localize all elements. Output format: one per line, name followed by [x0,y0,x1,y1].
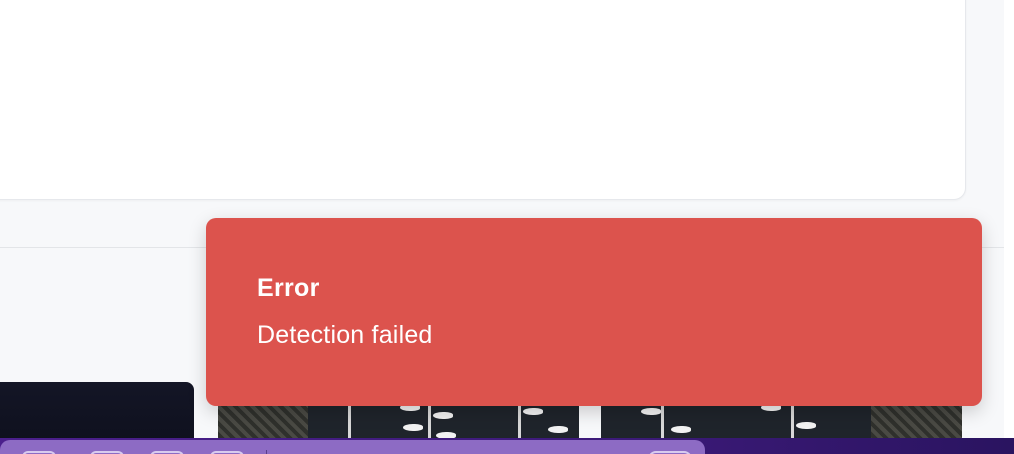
boat [671,426,691,433]
app-window: Error Detection failed [0,0,1014,454]
boat [523,408,543,415]
boat [796,422,816,429]
toast-message: Detection failed [257,321,433,349]
content-card [0,0,966,200]
dock-separator [266,450,267,454]
boat [433,412,453,419]
boat [403,424,423,431]
window-edge [1004,0,1014,440]
boat [641,408,661,415]
error-toast[interactable]: Error Detection failed [206,218,982,406]
boat [548,426,568,433]
toast-title: Error [257,274,320,302]
